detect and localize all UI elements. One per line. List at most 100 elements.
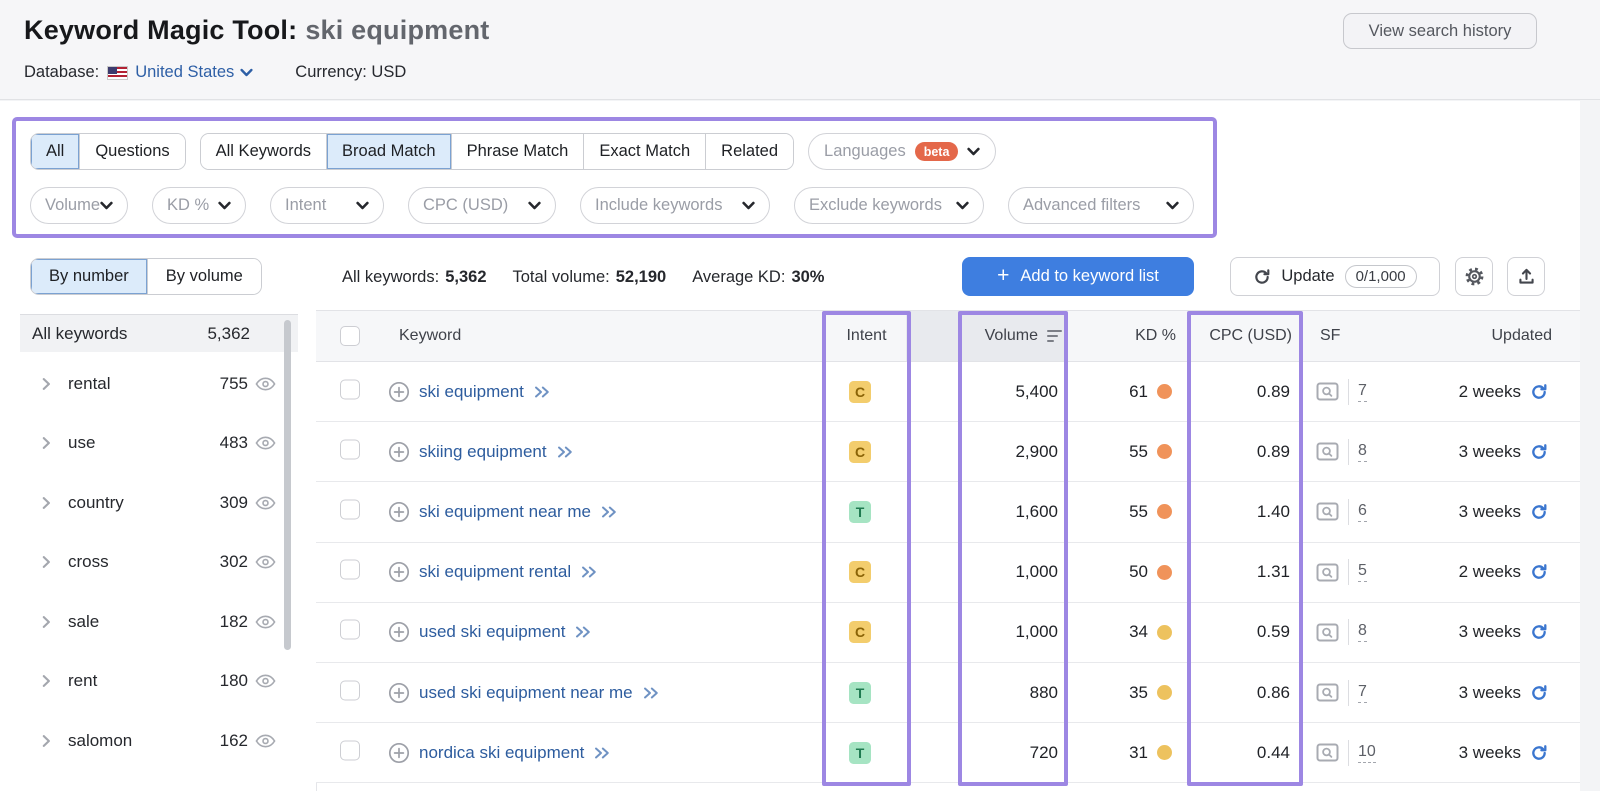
chevron-right-icon[interactable] <box>42 734 51 747</box>
refresh-icon[interactable] <box>1530 684 1548 702</box>
keyword-link[interactable]: ski equipment <box>419 382 524 402</box>
column-header-keyword[interactable]: Keyword <box>399 311 461 361</box>
eye-icon[interactable] <box>255 496 276 510</box>
refresh-icon[interactable] <box>1530 383 1548 401</box>
filter-dropdown-cpc-usd-[interactable]: CPC (USD) <box>408 187 556 224</box>
column-header-sf[interactable]: SF <box>1320 311 1340 361</box>
sf-count[interactable]: 6 <box>1358 502 1367 522</box>
filter-dropdown-volume[interactable]: Volume <box>30 187 128 224</box>
filter-dropdown-exclude-keywords[interactable]: Exclude keywords <box>794 187 984 224</box>
tab-all-keywords[interactable]: All Keywords <box>200 134 328 169</box>
keyword-link[interactable]: used ski equipment near me <box>419 683 633 703</box>
serp-preview-icon[interactable] <box>1316 382 1339 401</box>
row-checkbox[interactable] <box>340 619 360 645</box>
eye-icon[interactable] <box>255 377 276 391</box>
eye-icon[interactable] <box>255 615 276 629</box>
open-keyword-icon[interactable] <box>533 385 551 399</box>
open-keyword-icon[interactable] <box>556 445 574 459</box>
sidebar-group-sale[interactable]: sale 182 <box>20 592 298 652</box>
open-keyword-icon[interactable] <box>600 505 618 519</box>
eye-icon[interactable] <box>255 734 276 748</box>
refresh-icon[interactable] <box>1530 443 1548 461</box>
serp-preview-icon[interactable] <box>1316 743 1339 762</box>
sidebar-tab-by-volume[interactable]: By volume <box>147 259 261 294</box>
database-selector[interactable]: United States <box>135 63 234 82</box>
sidebar-all-keywords-row[interactable]: All keywords 5,362 <box>20 314 298 352</box>
chevron-right-icon[interactable] <box>42 496 51 509</box>
add-keyword-icon[interactable] <box>388 381 410 403</box>
keyword-link[interactable]: ski equipment rental <box>419 562 571 582</box>
filter-dropdown-advanced-filters[interactable]: Advanced filters <box>1008 187 1194 224</box>
refresh-icon[interactable] <box>1530 503 1548 521</box>
eye-icon[interactable] <box>255 436 276 450</box>
filter-dropdown-include-keywords[interactable]: Include keywords <box>580 187 770 224</box>
serp-preview-icon[interactable] <box>1316 442 1339 461</box>
chevron-right-icon[interactable] <box>42 377 51 390</box>
keyword-link[interactable]: used ski equipment <box>419 622 565 642</box>
chevron-right-icon[interactable] <box>42 556 51 569</box>
row-checkbox[interactable] <box>340 439 360 464</box>
tab-questions[interactable]: Questions <box>80 134 185 169</box>
add-keyword-icon[interactable] <box>388 441 410 463</box>
refresh-icon[interactable] <box>1530 744 1548 762</box>
sf-count[interactable]: 10 <box>1358 743 1376 763</box>
keyword-link[interactable]: ski equipment near me <box>419 502 591 522</box>
column-header-volume[interactable]: Volume <box>985 311 1062 361</box>
row-checkbox[interactable] <box>340 680 360 705</box>
sidebar-tab-by-number[interactable]: By number <box>31 259 148 294</box>
row-checkbox[interactable] <box>340 499 360 524</box>
refresh-icon[interactable] <box>1530 623 1548 641</box>
row-checkbox[interactable] <box>340 379 360 404</box>
tab-broad-match[interactable]: Broad Match <box>327 134 452 169</box>
sidebar-group-country[interactable]: country 309 <box>20 473 298 533</box>
open-keyword-icon[interactable] <box>580 565 598 579</box>
sf-count[interactable]: 7 <box>1358 382 1367 402</box>
tab-exact-match[interactable]: Exact Match <box>584 134 707 169</box>
sidebar-group-rent[interactable]: rent 180 <box>20 652 298 712</box>
column-header-kd[interactable]: KD % <box>1135 311 1176 361</box>
sidebar-group-use[interactable]: use 483 <box>20 414 298 474</box>
open-keyword-icon[interactable] <box>642 686 660 700</box>
chevron-right-icon[interactable] <box>42 437 51 450</box>
tab-all[interactable]: All <box>31 134 81 169</box>
open-keyword-icon[interactable] <box>593 746 611 760</box>
serp-preview-icon[interactable] <box>1316 623 1339 642</box>
sf-count[interactable]: 8 <box>1358 442 1367 462</box>
filter-dropdown-kd-[interactable]: KD % <box>152 187 246 224</box>
add-keyword-icon[interactable] <box>388 621 410 643</box>
column-header-updated[interactable]: Updated <box>1492 311 1553 361</box>
languages-dropdown[interactable]: Languages beta <box>808 133 997 170</box>
add-keyword-icon[interactable] <box>388 501 410 523</box>
sf-count[interactable]: 7 <box>1358 683 1367 703</box>
sf-count[interactable]: 5 <box>1358 562 1367 583</box>
row-checkbox[interactable] <box>340 740 360 765</box>
column-header-intent[interactable]: Intent <box>823 311 910 361</box>
serp-preview-icon[interactable] <box>1316 563 1339 582</box>
add-keyword-icon[interactable] <box>388 742 410 764</box>
sidebar-scrollbar[interactable] <box>284 320 291 650</box>
add-to-keyword-list-button[interactable]: + Add to keyword list <box>962 257 1194 296</box>
keyword-link[interactable]: skiing equipment <box>419 442 547 462</box>
filter-dropdown-intent[interactable]: Intent <box>270 187 384 224</box>
serp-preview-icon[interactable] <box>1316 502 1339 521</box>
chevron-down-icon[interactable] <box>240 68 253 77</box>
settings-button[interactable] <box>1455 257 1493 296</box>
chevron-right-icon[interactable] <box>42 615 51 628</box>
column-header-cpc[interactable]: CPC (USD) <box>1209 311 1292 361</box>
update-button[interactable]: Update 0/1,000 <box>1230 257 1440 296</box>
open-keyword-icon[interactable] <box>574 625 592 639</box>
sf-count[interactable]: 8 <box>1358 622 1367 643</box>
serp-preview-icon[interactable] <box>1316 683 1339 702</box>
sidebar-group-cross[interactable]: cross 302 <box>20 533 298 593</box>
tab-phrase-match[interactable]: Phrase Match <box>451 134 585 169</box>
chevron-right-icon[interactable] <box>42 675 51 688</box>
select-all-checkbox[interactable] <box>340 311 360 361</box>
add-keyword-icon[interactable] <box>388 561 410 583</box>
add-keyword-icon[interactable] <box>388 682 410 704</box>
tab-related[interactable]: Related <box>706 134 794 169</box>
view-search-history-button[interactable]: View search history <box>1343 13 1537 49</box>
export-button[interactable] <box>1507 257 1545 296</box>
sidebar-group-salomon[interactable]: salomon 162 <box>20 711 298 771</box>
row-checkbox[interactable] <box>340 559 360 585</box>
sidebar-group-rental[interactable]: rental 755 <box>20 354 298 414</box>
